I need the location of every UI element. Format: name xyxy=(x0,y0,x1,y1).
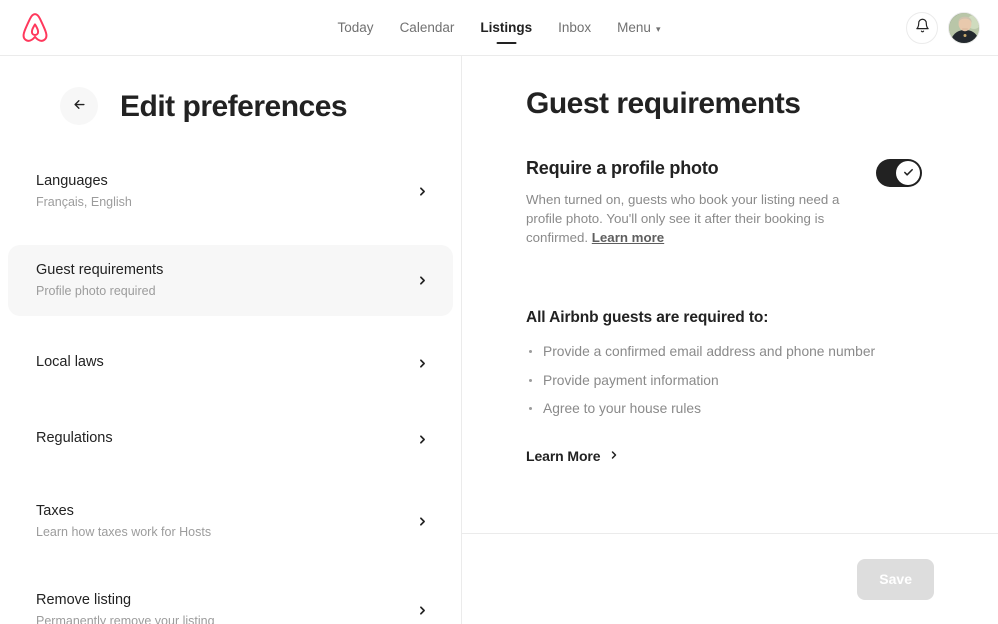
detail-footer: Save xyxy=(462,533,998,624)
row-title: Remove listing xyxy=(36,592,132,609)
row-text-group: Languages Français, English xyxy=(36,172,404,211)
sidebar-item-remove-listing[interactable]: Remove listing Permanently remove your l… xyxy=(8,575,453,624)
main-navigation: Today Calendar Listings Inbox Menu ▾ xyxy=(338,0,661,56)
list-item: Provide payment information xyxy=(526,370,934,392)
toggle-knob xyxy=(896,161,920,185)
notifications-button[interactable] xyxy=(906,11,938,44)
save-button[interactable]: Save xyxy=(857,558,934,600)
requirements-list: Provide a confirmed email address and ph… xyxy=(526,341,934,420)
setting-label: Require a profile photo xyxy=(526,158,719,178)
page-content: Edit preferences Languages Français, Eng… xyxy=(0,56,998,624)
row-text-group: Taxes Learn how taxes work for Hosts xyxy=(36,502,404,541)
chevron-right-icon xyxy=(416,357,429,370)
detail-body: Guest requirements Require a profile pho… xyxy=(462,56,998,533)
require-profile-photo-toggle[interactable] xyxy=(876,159,922,187)
row-text-group: Regulations xyxy=(36,429,404,449)
list-item: Provide a confirmed email address and ph… xyxy=(526,341,934,363)
nav-label: Calendar xyxy=(399,20,455,36)
learn-more-inline-link[interactable]: Learn more xyxy=(592,230,664,245)
row-subtitle: Français, English xyxy=(36,194,132,209)
row-title: Regulations xyxy=(36,430,113,447)
nav-label: Today xyxy=(337,20,374,36)
nav-label: Inbox xyxy=(558,20,592,36)
guest-requirements-info: All Airbnb guests are required to: Provi… xyxy=(526,309,934,466)
sidebar-item-regulations[interactable]: Regulations xyxy=(8,410,453,468)
chevron-right-icon xyxy=(608,448,620,464)
top-header: Today Calendar Listings Inbox Menu ▾ xyxy=(0,0,998,56)
row-subtitle: Permanently remove your listing xyxy=(36,613,215,624)
detail-panel: Guest requirements Require a profile pho… xyxy=(462,56,998,624)
sidebar-header: Edit preferences xyxy=(0,56,461,125)
header-actions xyxy=(906,11,980,44)
chevron-right-icon xyxy=(416,274,429,287)
nav-item-today[interactable]: Today xyxy=(338,0,374,56)
chevron-right-icon xyxy=(416,433,429,446)
nav-item-listings[interactable]: Listings xyxy=(480,0,532,56)
row-text-group: Remove listing Permanently remove your l… xyxy=(36,591,404,624)
row-text-group: Local laws xyxy=(36,353,404,373)
chevron-right-icon xyxy=(416,185,429,198)
arrow-left-icon xyxy=(72,97,87,115)
setting-text-group: Require a profile photo When turned on, … xyxy=(526,157,856,247)
row-subtitle: Learn how taxes work for Hosts xyxy=(36,524,212,539)
bell-icon xyxy=(915,18,930,38)
row-title: Guest requirements xyxy=(36,262,164,279)
list-item: Agree to your house rules xyxy=(526,398,934,420)
sidebar-item-taxes[interactable]: Taxes Learn how taxes work for Hosts xyxy=(8,486,453,557)
nav-item-inbox[interactable]: Inbox xyxy=(558,0,591,56)
row-subtitle: Profile photo required xyxy=(36,283,156,298)
chevron-right-icon xyxy=(416,515,429,528)
airbnb-host-page: Today Calendar Listings Inbox Menu ▾ Edi… xyxy=(0,0,998,624)
learn-more-label: Learn More xyxy=(526,448,601,465)
sidebar-item-local-laws[interactable]: Local laws xyxy=(8,334,453,392)
sidebar-item-languages[interactable]: Languages Français, English xyxy=(8,156,453,227)
airbnb-belo-logo-icon[interactable] xyxy=(18,11,52,45)
setting-description: When turned on, guests who book your lis… xyxy=(526,190,856,248)
page-title: Edit preferences xyxy=(120,89,348,123)
check-icon xyxy=(903,166,914,181)
nav-item-menu[interactable]: Menu ▾ xyxy=(617,0,660,56)
preferences-list: Languages Français, English Guest requir… xyxy=(0,156,461,624)
preferences-sidebar: Edit preferences Languages Français, Eng… xyxy=(0,56,462,624)
nav-item-calendar[interactable]: Calendar xyxy=(400,0,455,56)
chevron-right-icon xyxy=(416,604,429,617)
requirements-heading: All Airbnb guests are required to: xyxy=(526,309,769,327)
learn-more-link[interactable]: Learn More xyxy=(526,448,620,464)
sidebar-item-guest-requirements[interactable]: Guest requirements Profile photo require… xyxy=(8,245,453,317)
row-title: Languages xyxy=(36,173,108,189)
setting-description-text: When turned on, guests who book your lis… xyxy=(526,191,840,246)
nav-label: Menu xyxy=(617,20,651,36)
user-avatar[interactable] xyxy=(948,11,980,44)
back-button[interactable] xyxy=(60,87,98,125)
row-title: Taxes xyxy=(36,503,74,520)
section-title: Guest requirements xyxy=(526,87,801,120)
require-profile-photo-setting: Require a profile photo When turned on, … xyxy=(526,157,934,247)
row-text-group: Guest requirements Profile photo require… xyxy=(36,261,404,300)
row-title: Local laws xyxy=(36,354,104,371)
chevron-down-icon: ▾ xyxy=(655,23,661,34)
nav-label: Listings xyxy=(480,20,533,36)
